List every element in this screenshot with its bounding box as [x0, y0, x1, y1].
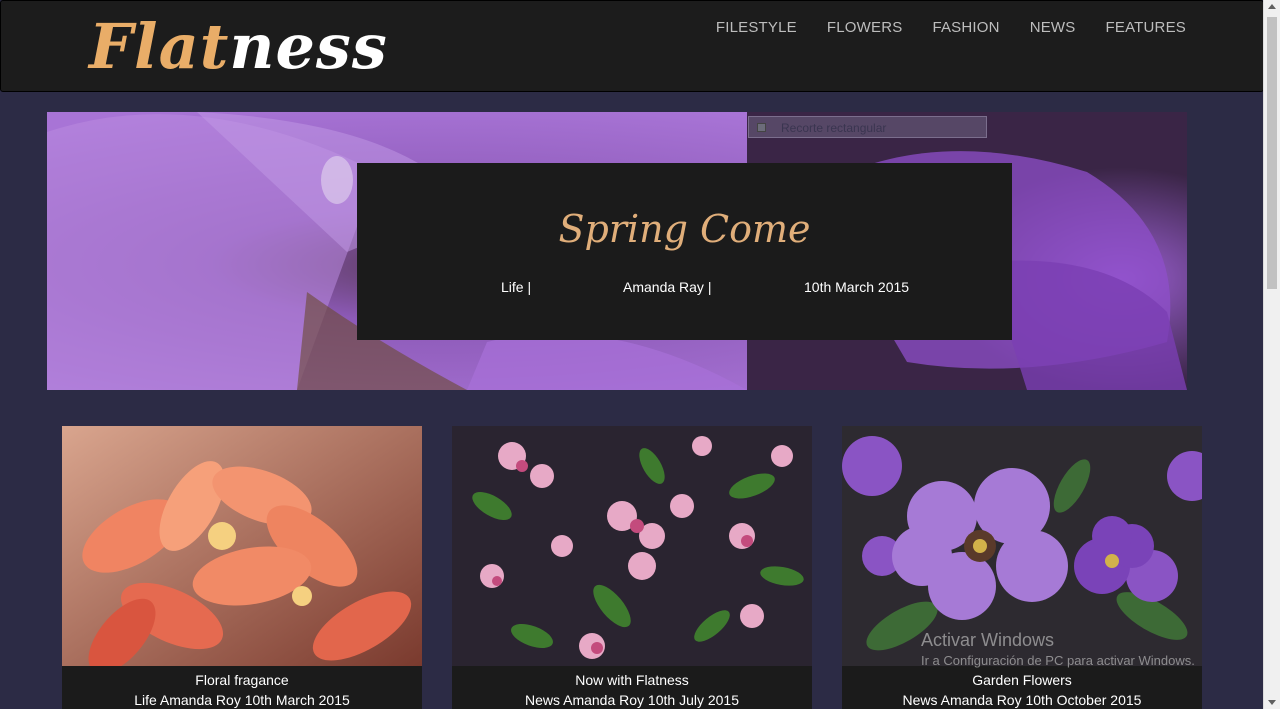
- orange-flower-image: [62, 426, 422, 666]
- post-card-title[interactable]: Now with Flatness: [452, 672, 812, 688]
- hero-banner[interactable]: Recorte rectangular Spring Come Life | A…: [47, 112, 1187, 390]
- logo-part-2: ness: [229, 10, 388, 83]
- windows-activation-watermark: Activar Windows Ir a Configuración de PC…: [921, 630, 1195, 668]
- scroll-up-icon[interactable]: [1268, 4, 1276, 9]
- post-card-meta: News Amanda Roy 10th October 2015: [902, 692, 1142, 708]
- watermark-title: Activar Windows: [921, 630, 1055, 650]
- nav-item-news[interactable]: NEWS: [1030, 19, 1076, 36]
- snip-mode-icon: [757, 123, 766, 132]
- post-card[interactable]: Now with Flatness News Amanda Roy 10th J…: [452, 426, 812, 709]
- snip-tool-toolbar[interactable]: Recorte rectangular: [748, 116, 987, 138]
- nav-item-fashion[interactable]: FASHION: [932, 19, 999, 36]
- post-card-image[interactable]: [452, 426, 812, 666]
- main-nav: FILESTYLE FLOWERS FASHION NEWS FEATURES: [686, 19, 1186, 36]
- post-card-title[interactable]: Floral fragance: [62, 672, 422, 688]
- scrollbar-thumb[interactable]: [1267, 17, 1277, 289]
- watermark-subtitle: Ir a Configuración de PC para activar Wi…: [921, 653, 1195, 668]
- hero-category[interactable]: Life |: [501, 279, 531, 295]
- post-card-image[interactable]: [62, 426, 422, 666]
- hero-overlay: Spring Come Life | Amanda Ray | 10th Mar…: [357, 163, 1012, 340]
- page-scrollbar[interactable]: [1263, 0, 1280, 709]
- snip-mode-label: Recorte rectangular: [781, 121, 887, 135]
- nav-item-filestyle[interactable]: FILESTYLE: [716, 19, 797, 36]
- site-header: Flatness FILESTYLE FLOWERS FASHION NEWS …: [0, 0, 1264, 92]
- hero-title[interactable]: Spring Come: [357, 207, 1012, 251]
- pink-blossom-image: [452, 426, 812, 666]
- hero-author[interactable]: Amanda Ray |: [623, 279, 711, 295]
- site-logo[interactable]: Flatness: [89, 9, 388, 85]
- scroll-down-icon[interactable]: [1268, 700, 1276, 705]
- post-card[interactable]: Floral fragance Life Amanda Roy 10th Mar…: [62, 426, 422, 709]
- nav-item-features[interactable]: FEATURES: [1106, 19, 1187, 36]
- hero-date: 10th March 2015: [804, 279, 910, 295]
- post-card-meta: Life Amanda Roy 10th March 2015: [134, 692, 350, 708]
- nav-item-flowers[interactable]: FLOWERS: [827, 19, 903, 36]
- post-card-title[interactable]: Garden Flowers: [842, 672, 1202, 688]
- logo-part-1: Flat: [89, 10, 230, 83]
- post-card-meta: News Amanda Roy 10th July 2015: [524, 692, 739, 708]
